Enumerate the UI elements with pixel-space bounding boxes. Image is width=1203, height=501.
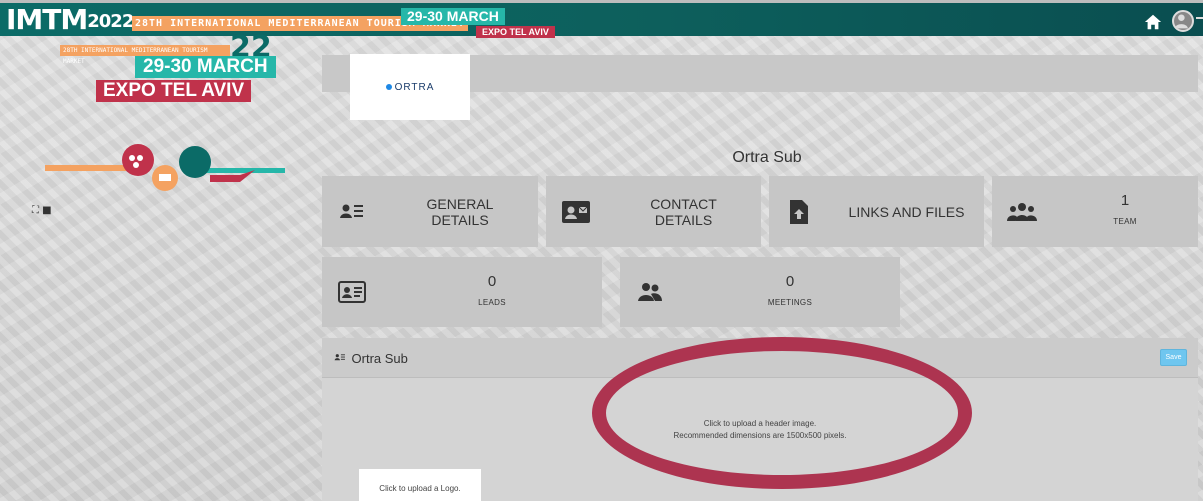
general-details-label-2: DETAILS [431, 211, 489, 228]
contact-details-tile[interactable]: CONTACT DETAILS [546, 176, 761, 247]
company-edit-panel: Ortra Sub Save Click to upload a header … [322, 338, 1198, 501]
general-details-tile[interactable]: GENERAL DETAILS [322, 176, 538, 247]
brand-name: IMTM [6, 3, 88, 36]
leads-count: 0 [487, 272, 497, 290]
team-icon [992, 202, 1052, 222]
user-avatar-icon[interactable] [1172, 10, 1194, 32]
meetings-label: MEETINGS [767, 297, 813, 307]
brand-dates: 29-30 MARCH [401, 8, 505, 25]
brand-year: 2022 [87, 11, 134, 32]
company-logo[interactable]: ORTRA [350, 54, 470, 120]
team-label: TEAM [1113, 217, 1137, 226]
meeting-users-icon [620, 282, 680, 302]
company-name: Ortra Sub [732, 149, 802, 166]
save-button[interactable]: Save [1160, 349, 1187, 366]
links-and-files-tile[interactable]: LINKS AND FILES [769, 176, 984, 247]
brand-venue: EXPO TEL AVIV [476, 26, 555, 38]
sidebar-venue: EXPO TEL AVIV [96, 80, 252, 102]
team-tile[interactable]: 1 TEAM [992, 176, 1198, 247]
header-upload-text-1: Click to upload a header image. [703, 419, 817, 428]
header-image-upload[interactable]: Click to upload a header image. Recommen… [322, 418, 1198, 442]
meetings-tile[interactable]: 0 MEETINGS [620, 257, 900, 327]
leads-label: LEADS [478, 297, 506, 307]
home-icon[interactable] [1144, 13, 1162, 31]
sidebar-controls[interactable]: ⛶ ■ [32, 205, 52, 216]
id-list-icon [334, 354, 349, 364]
header-upload-text-2: Recommended dimensions are 1500x500 pixe… [673, 431, 847, 440]
logo-upload[interactable]: Click to upload a Logo. [359, 469, 481, 501]
panel-title-text: Ortra Sub [351, 351, 408, 366]
sidebar-dates: 29-30 MARCH [135, 56, 276, 78]
event-illustration [45, 144, 285, 191]
chevron-down-icon[interactable] [1196, 17, 1203, 20]
lead-card-icon [322, 281, 382, 303]
general-details-label-1: GENERAL [426, 195, 494, 212]
panel-title: Ortra Sub [334, 351, 408, 366]
panel-header: Ortra Sub Save [322, 338, 1198, 378]
company-logo-text: ORTRA [394, 81, 435, 93]
contact-details-label-2: DETAILS [654, 211, 713, 228]
file-upload-icon [769, 199, 829, 224]
id-list-icon [322, 202, 382, 222]
team-count: 1 [1120, 192, 1130, 209]
links-and-files-label: LINKS AND FILES [848, 203, 965, 220]
sidebar-tagline: 28TH INTERNATIONAL MEDITERRANEAN TOURISM… [60, 45, 230, 65]
contact-details-label-1: CONTACT [650, 195, 717, 212]
top-navbar: IMTM2022 28TH INTERNATIONAL MEDITERRANEA… [0, 0, 1203, 38]
meetings-count: 0 [785, 272, 795, 290]
contact-card-icon [546, 200, 606, 223]
leads-tile[interactable]: 0 LEADS [322, 257, 602, 327]
logo-dot-icon [385, 84, 392, 90]
brand-logo[interactable]: IMTM2022 [6, 3, 134, 37]
